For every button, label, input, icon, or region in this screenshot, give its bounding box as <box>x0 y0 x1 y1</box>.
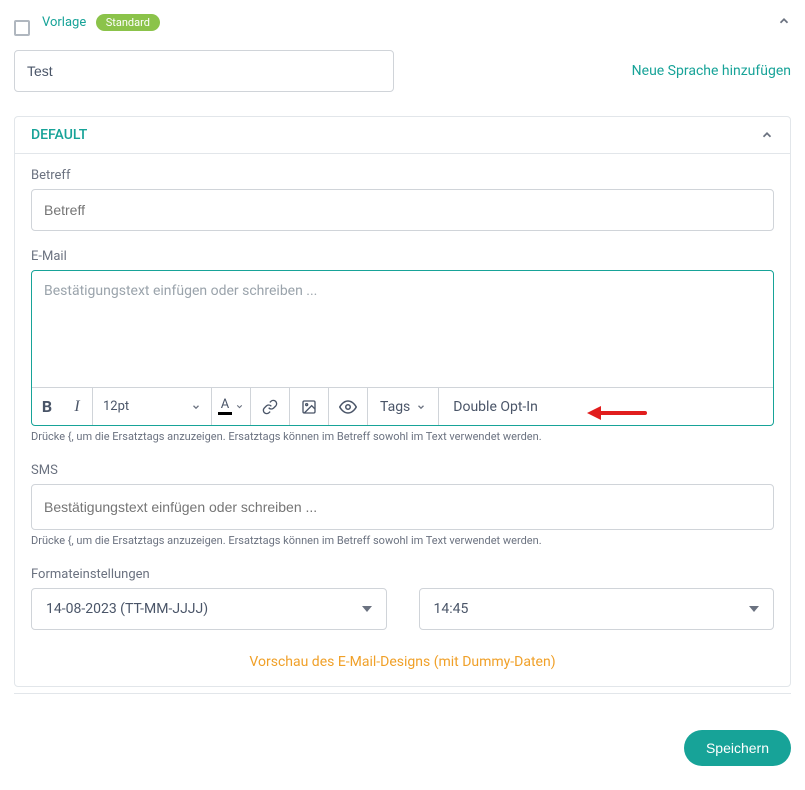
add-language-link[interactable]: Neue Sprache hinzufügen <box>632 63 791 79</box>
save-button[interactable]: Speichern <box>684 730 791 766</box>
font-size-select[interactable]: 12pt <box>93 399 211 414</box>
bold-button[interactable]: B <box>32 388 62 425</box>
template-label: Vorlage <box>42 15 86 30</box>
chevron-down-icon <box>235 402 244 411</box>
email-content[interactable]: Bestätigungstext einfügen oder schreiben… <box>32 271 773 387</box>
panel-title: DEFAULT <box>31 127 87 143</box>
time-value: 14:45 <box>434 601 469 617</box>
name-row: Neue Sprache hinzufügen <box>14 50 791 92</box>
dropdown-icon <box>749 604 759 614</box>
dropdown-icon <box>362 604 372 614</box>
date-format-select[interactable]: 14-08-2023 (TT-MM-JJJJ) <box>31 588 387 630</box>
text-color-button[interactable]: A <box>212 388 250 425</box>
sms-input[interactable] <box>31 484 774 530</box>
template-checkbox[interactable] <box>14 20 30 36</box>
time-format-select[interactable]: 14:45 <box>419 588 775 630</box>
image-button[interactable] <box>290 388 328 425</box>
email-label: E-Mail <box>31 249 774 264</box>
header-labels: Vorlage Standard <box>42 14 160 31</box>
default-panel: DEFAULT Betreff E-Mail Bestätigungstext … <box>14 116 791 687</box>
editor-toolbar: B I 12pt A <box>32 387 773 425</box>
email-editor: Bestätigungstext einfügen oder schreiben… <box>31 270 774 426</box>
tags-select[interactable]: Tags <box>368 399 438 415</box>
preview-button[interactable] <box>329 388 367 425</box>
chevron-down-icon <box>416 402 426 412</box>
double-opt-in-label: Double Opt-In <box>453 399 538 415</box>
format-row: 14-08-2023 (TT-MM-JJJJ) 14:45 <box>31 588 774 630</box>
subject-input[interactable] <box>31 189 774 231</box>
panel-collapse-icon[interactable] <box>760 128 774 142</box>
template-header: Vorlage Standard <box>14 0 791 50</box>
italic-button[interactable]: I <box>62 388 92 425</box>
sms-label: SMS <box>31 463 774 478</box>
font-size-value: 12pt <box>103 399 129 414</box>
separator <box>14 693 791 694</box>
double-opt-in-button[interactable]: Double Opt-In <box>439 388 552 425</box>
panel-body: Betreff E-Mail Bestätigungstext einfügen… <box>15 154 790 686</box>
sms-help-text: Drücke {, um die Ersatztags anzuzeigen. … <box>31 534 774 547</box>
name-input[interactable] <box>14 50 394 92</box>
preview-email-link[interactable]: Vorschau des E-Mail-Designs (mit Dummy-D… <box>31 650 774 680</box>
subject-label: Betreff <box>31 168 774 183</box>
email-help-text: Drücke {, um die Ersatztags anzuzeigen. … <box>31 430 774 443</box>
link-button[interactable] <box>251 388 289 425</box>
panel-header[interactable]: DEFAULT <box>15 117 790 154</box>
tags-label: Tags <box>380 399 410 415</box>
date-value: 14-08-2023 (TT-MM-JJJJ) <box>46 601 208 617</box>
footer: Speichern <box>0 714 805 766</box>
format-label: Formateinstellungen <box>31 567 774 582</box>
collapse-icon[interactable] <box>777 14 791 28</box>
standard-badge: Standard <box>96 14 160 31</box>
chevron-down-icon <box>191 402 201 412</box>
